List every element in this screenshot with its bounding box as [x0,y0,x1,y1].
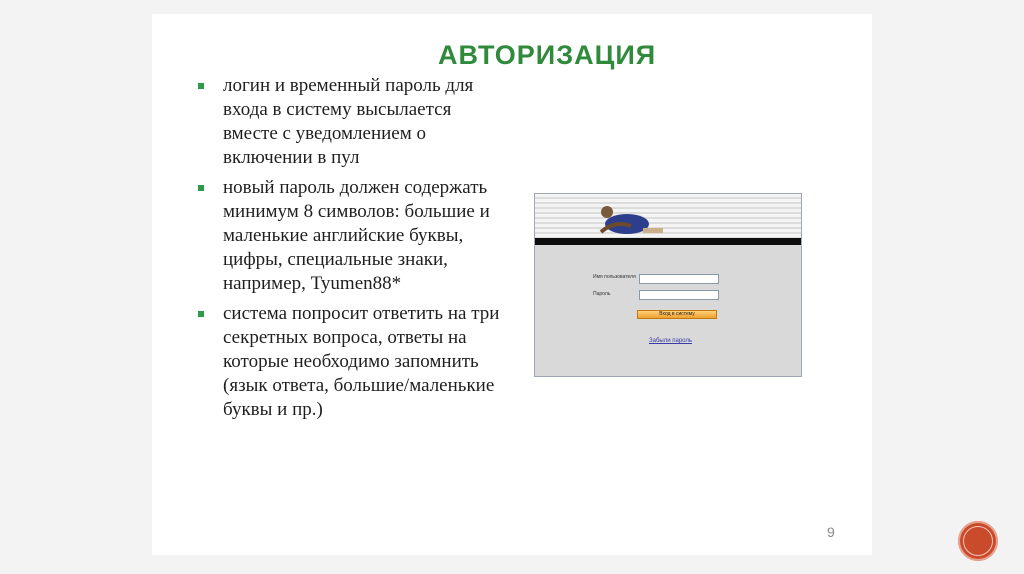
nav-circle-icon[interactable] [958,521,998,561]
login-banner [535,194,801,238]
username-field[interactable] [639,274,719,284]
athlete-image [599,206,663,234]
page-number: 9 [827,524,835,540]
bullet-list: логин и временный пароль для входа в сис… [198,74,510,428]
bullet-item: логин и временный пароль для входа в сис… [198,74,510,170]
bullet-text: логин и временный пароль для входа в сис… [223,75,474,168]
login-button[interactable]: Вход в систему [637,310,717,319]
bullet-marker-icon [198,83,204,89]
bullet-item: система попросит ответить на три секретн… [198,302,510,422]
forgot-password-link[interactable]: Забыли пароль [649,338,692,344]
banner-divider [535,238,801,245]
bullet-text: система попросит ответить на три секретн… [223,303,500,420]
bullet-text: новый пароль должен содержать минимум 8 … [223,177,490,294]
slide-title: АВТОРИЗАЦИЯ [438,40,657,70]
username-label: Имя пользователя [593,274,636,280]
password-field[interactable] [639,290,719,300]
bullet-marker-icon [198,185,204,191]
bullet-marker-icon [198,311,204,317]
bullet-item: новый пароль должен содержать минимум 8 … [198,176,510,296]
password-label: Пароль [593,291,611,297]
login-screenshot: Имя пользователя Пароль Вход в систему З… [534,193,802,377]
